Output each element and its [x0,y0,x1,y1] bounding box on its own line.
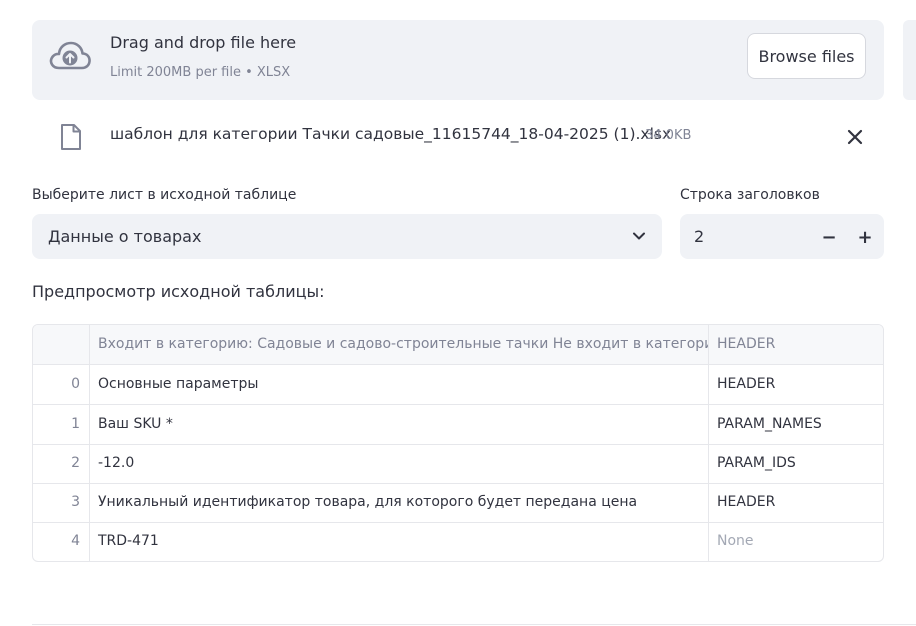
table-row: 3 Уникальный идентификатор товара, для к… [33,483,883,523]
table-row: 2 -12.0 PARAM_IDS [33,444,883,484]
sheet-select-label: Выберите лист в исходной таблице [32,187,297,203]
browse-files-button[interactable]: Browse files [747,33,866,79]
table-row: 0 Основные параметры HEADER [33,365,883,405]
table-cell[interactable]: HEADER [709,483,883,522]
row-index: 1 [33,405,90,444]
decrement-button[interactable]: − [814,222,844,252]
table-cell[interactable]: TRD-471 [90,522,709,561]
table-cell-null[interactable]: None [709,522,883,561]
app-main: Drag and drop file here Limit 200MB per … [0,0,916,626]
table-cell[interactable]: HEADER [709,365,883,404]
preview-dataframe[interactable]: Входит в категорию: Садовые и садово-стр… [32,324,884,562]
sheet-select-value: Данные о товарах [48,227,202,246]
uploaded-file-name: шаблон для категории Тачки садовые_11615… [110,125,672,143]
column-header-index[interactable] [33,325,90,364]
table-cell[interactable]: -12.0 [90,444,709,483]
header-row-input[interactable]: 2 − + [680,214,884,259]
dropzone-title: Drag and drop file here [110,33,297,52]
header-row-value[interactable]: 2 [694,227,704,246]
header-row-label: Строка заголовков [680,187,820,203]
column-header[interactable]: HEADER [709,325,883,364]
uploaded-file-size: 34.0KB [645,128,692,143]
table-cell[interactable]: Основные параметры [90,365,709,404]
chevron-down-icon [633,232,645,240]
row-index: 3 [33,483,90,522]
cloud-upload-icon [49,41,91,70]
dropzone-limit-text: Limit 200MB per file • XLSX [110,65,291,80]
table-row: 1 Ваш SKU * PARAM_NAMES [33,405,883,445]
divider [32,624,916,625]
table-row: 4 TRD-471 None [33,522,883,561]
row-index: 4 [33,522,90,561]
adjacent-panel-edge [903,20,916,100]
row-index: 2 [33,444,90,483]
sheet-select[interactable]: Данные о товарах [32,214,662,259]
row-index: 0 [33,365,90,404]
close-icon[interactable] [846,128,864,146]
column-header[interactable]: Входит в категорию: Садовые и садово-стр… [90,325,709,364]
table-header-row: Входит в категорию: Садовые и садово-стр… [33,325,883,365]
increment-button[interactable]: + [850,222,880,252]
file-icon [61,124,81,150]
table-cell[interactable]: PARAM_IDS [709,444,883,483]
table-cell[interactable]: PARAM_NAMES [709,405,883,444]
table-cell[interactable]: Уникальный идентификатор товара, для кот… [90,483,709,522]
table-cell[interactable]: Ваш SKU * [90,405,709,444]
preview-heading: Предпросмотр исходной таблицы: [32,282,325,301]
